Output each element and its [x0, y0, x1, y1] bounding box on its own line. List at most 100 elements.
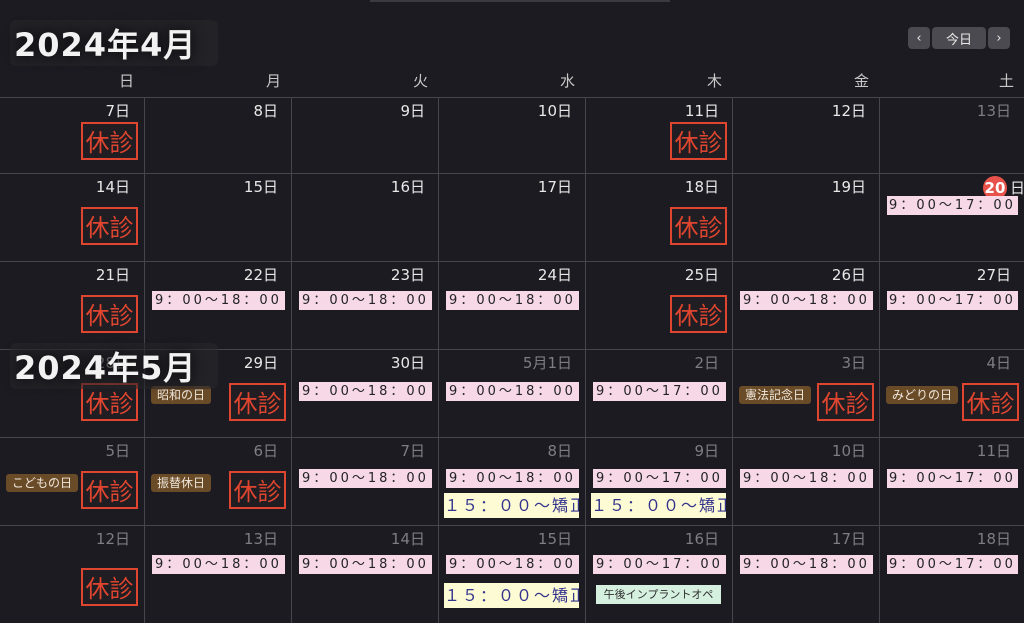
day-cell[interactable]: 19日 — [732, 174, 880, 262]
day-cell[interactable]: 9日 — [291, 98, 439, 174]
weekday-2: 火 — [412, 72, 428, 90]
day-cell[interactable]: 26日 9：00〜18：00 — [732, 262, 880, 350]
closed-day-stamp[interactable]: 休診 — [81, 207, 138, 245]
next-arrow-icon[interactable]: › — [988, 27, 1010, 49]
day-cell[interactable]: 18日休診 — [585, 174, 733, 262]
orthodontics-event[interactable]: １５：００〜矯正 — [591, 493, 726, 518]
holiday-label[interactable]: こどもの日 — [6, 474, 79, 492]
orthodontics-event[interactable]: １５：００〜矯正 — [444, 493, 579, 518]
today-button[interactable]: 今日 — [932, 27, 986, 49]
day-cell[interactable]: 30日 9：00〜18：00 — [291, 350, 439, 438]
day-number: 7日 — [400, 442, 425, 460]
day-cell[interactable]: 13日 9：00〜18：00 — [144, 526, 292, 623]
hours-event[interactable]: 9：00〜17：00 — [593, 382, 726, 401]
day-cell[interactable]: 14日 9：00〜18：00 — [291, 526, 439, 623]
day-cell[interactable]: 7日 休診 — [0, 98, 144, 174]
holiday-label[interactable]: 憲法記念日 — [739, 386, 812, 404]
day-cell[interactable]: 13日 — [879, 98, 1024, 174]
hours-event[interactable]: 9：00〜18：00 — [740, 469, 873, 488]
week-row: 21日 休診 22日 9：00〜18：00 23日 9：00〜18：00 24日 9：00〜1… — [0, 261, 1024, 350]
hours-event[interactable]: 9：00〜17：00 — [593, 469, 726, 488]
day-cell[interactable]: 6日休診 振替休日 — [144, 438, 292, 526]
hours-event[interactable]: 9：00〜17：00 — [887, 555, 1018, 574]
day-cell[interactable]: 23日 9：00〜18：00 — [291, 262, 439, 350]
day-cell[interactable]: 15日 9：00〜18：00 １５：００〜矯正 — [438, 526, 586, 623]
hours-event[interactable]: 9：00〜18：00 — [446, 555, 579, 574]
closed-day-stamp[interactable]: 休診 — [81, 295, 138, 333]
hours-event[interactable]: 9：00〜18：00 — [740, 291, 873, 310]
day-cell[interactable]: 27日 9：00〜17：00 — [879, 262, 1024, 350]
hours-event[interactable]: 9：00〜18：00 — [446, 469, 579, 488]
closed-day-stamp[interactable]: 休診 — [670, 207, 727, 245]
day-number: 17日 — [831, 530, 866, 548]
day-cell[interactable]: 8日 9：00〜18：00 １５：００〜矯正 — [438, 438, 586, 526]
day-cell[interactable]: 14日 休診 — [0, 174, 144, 262]
orthodontics-event[interactable]: １５：００〜矯正 — [444, 583, 579, 608]
day-cell[interactable]: 15日 — [144, 174, 292, 262]
hours-event[interactable]: 9：00〜18：00 — [152, 555, 285, 574]
day-number: 5月1日 — [522, 354, 572, 372]
day-cell[interactable]: 10日 — [438, 98, 586, 174]
hours-event[interactable]: 9：00〜18：00 — [446, 382, 579, 401]
day-cell[interactable]: 24日 9：00〜18：00 — [438, 262, 586, 350]
holiday-label[interactable]: 振替休日 — [151, 474, 212, 492]
day-cell[interactable]: 17日 9：00〜18：00 — [732, 526, 880, 623]
hours-event[interactable]: 9：00〜18：00 — [299, 555, 432, 574]
day-cell[interactable]: 8日 — [144, 98, 292, 174]
day-cell[interactable]: 5月1日 9：00〜18：00 — [438, 350, 586, 438]
hours-event[interactable]: 9：00〜17：00 — [887, 469, 1018, 488]
hours-event[interactable]: 9：00〜18：00 — [299, 291, 432, 310]
weekday-6: 土 — [998, 72, 1014, 90]
prev-arrow-icon[interactable]: ‹ — [908, 27, 930, 49]
day-cell[interactable]: 11日 休診 — [585, 98, 733, 174]
hours-event[interactable]: 9：00〜17：00 — [887, 291, 1018, 310]
day-cell[interactable]: 10日 9：00〜18：00 — [732, 438, 880, 526]
hours-event[interactable]: 9：00〜17：00 — [887, 196, 1018, 215]
day-cell[interactable]: 21日 休診 — [0, 262, 144, 350]
day-cell[interactable]: 12日 — [732, 98, 880, 174]
implant-surgery-event[interactable]: 午後インプラントオペ — [596, 585, 721, 604]
day-number: 11日 — [976, 442, 1011, 460]
day-cell[interactable]: 4日 休診 みどりの日 — [879, 350, 1024, 438]
closed-day-stamp[interactable]: 休診 — [670, 295, 727, 333]
day-number: 19日 — [831, 178, 866, 196]
day-cell[interactable]: 22日 9：00〜18：00 — [144, 262, 292, 350]
day-cell[interactable]: 7日 9：00〜18：00 — [291, 438, 439, 526]
closed-day-stamp[interactable]: 休診 — [81, 471, 138, 509]
closed-day-stamp[interactable]: 休診 — [229, 383, 286, 421]
hours-event[interactable]: 9：00〜17：00 — [593, 555, 726, 574]
day-cell[interactable]: 3日 休診 憲法記念日 — [732, 350, 880, 438]
hours-event[interactable]: 9：00〜18：00 — [446, 291, 579, 310]
weekday-3: 水 — [559, 72, 575, 90]
closed-day-stamp[interactable]: 休診 — [962, 383, 1019, 421]
hours-event[interactable]: 9：00〜18：00 — [299, 382, 432, 401]
day-cell[interactable]: 11日 9：00〜17：00 — [879, 438, 1024, 526]
day-cell[interactable]: 18日 9：00〜17：00 — [879, 526, 1024, 623]
closed-day-stamp[interactable]: 休診 — [817, 383, 874, 421]
day-cell[interactable]: 16日 9：00〜17：00 午後インプラントオペ — [585, 526, 733, 623]
hours-event[interactable]: 9：00〜18：00 — [299, 469, 432, 488]
closed-day-stamp[interactable]: 休診 — [229, 471, 286, 509]
day-cell[interactable]: 5日 休診 こどもの日 — [0, 438, 144, 526]
day-number: 12日 — [95, 530, 130, 548]
day-cell[interactable]: 2日 9：00〜17：00 — [585, 350, 733, 438]
day-cell[interactable]: 20 日 9：00〜17：00 — [879, 174, 1024, 262]
day-number: 6日 — [253, 442, 278, 460]
hours-event[interactable]: 9：00〜18：00 — [740, 555, 873, 574]
day-cell[interactable]: 25日 休診 — [585, 262, 733, 350]
day-number: 18日 — [684, 178, 719, 196]
hours-event[interactable]: 9：00〜18：00 — [152, 291, 285, 310]
day-cell[interactable]: 16日 — [291, 174, 439, 262]
closed-day-stamp[interactable]: 休診 — [81, 568, 138, 606]
day-number: 17日 — [537, 178, 572, 196]
closed-day-stamp[interactable]: 休診 — [81, 122, 138, 160]
navigation-controls: ‹ 今日 › — [908, 27, 1010, 49]
holiday-label[interactable]: みどりの日 — [886, 386, 959, 404]
week-row: 5日 休診 こどもの日 6日 休診 振替休日 7日 9：00〜18：00 8日 9：00〜18：0… — [0, 437, 1024, 526]
day-number: 30日 — [390, 354, 425, 372]
day-cell[interactable]: 17日 — [438, 174, 586, 262]
day-cell[interactable]: 12日休診 — [0, 526, 144, 623]
day-number: 29日 — [243, 354, 278, 372]
closed-day-stamp[interactable]: 休診 — [670, 122, 727, 160]
day-cell[interactable]: 9日 9：00〜17：00 １５：００〜矯正 — [585, 438, 733, 526]
